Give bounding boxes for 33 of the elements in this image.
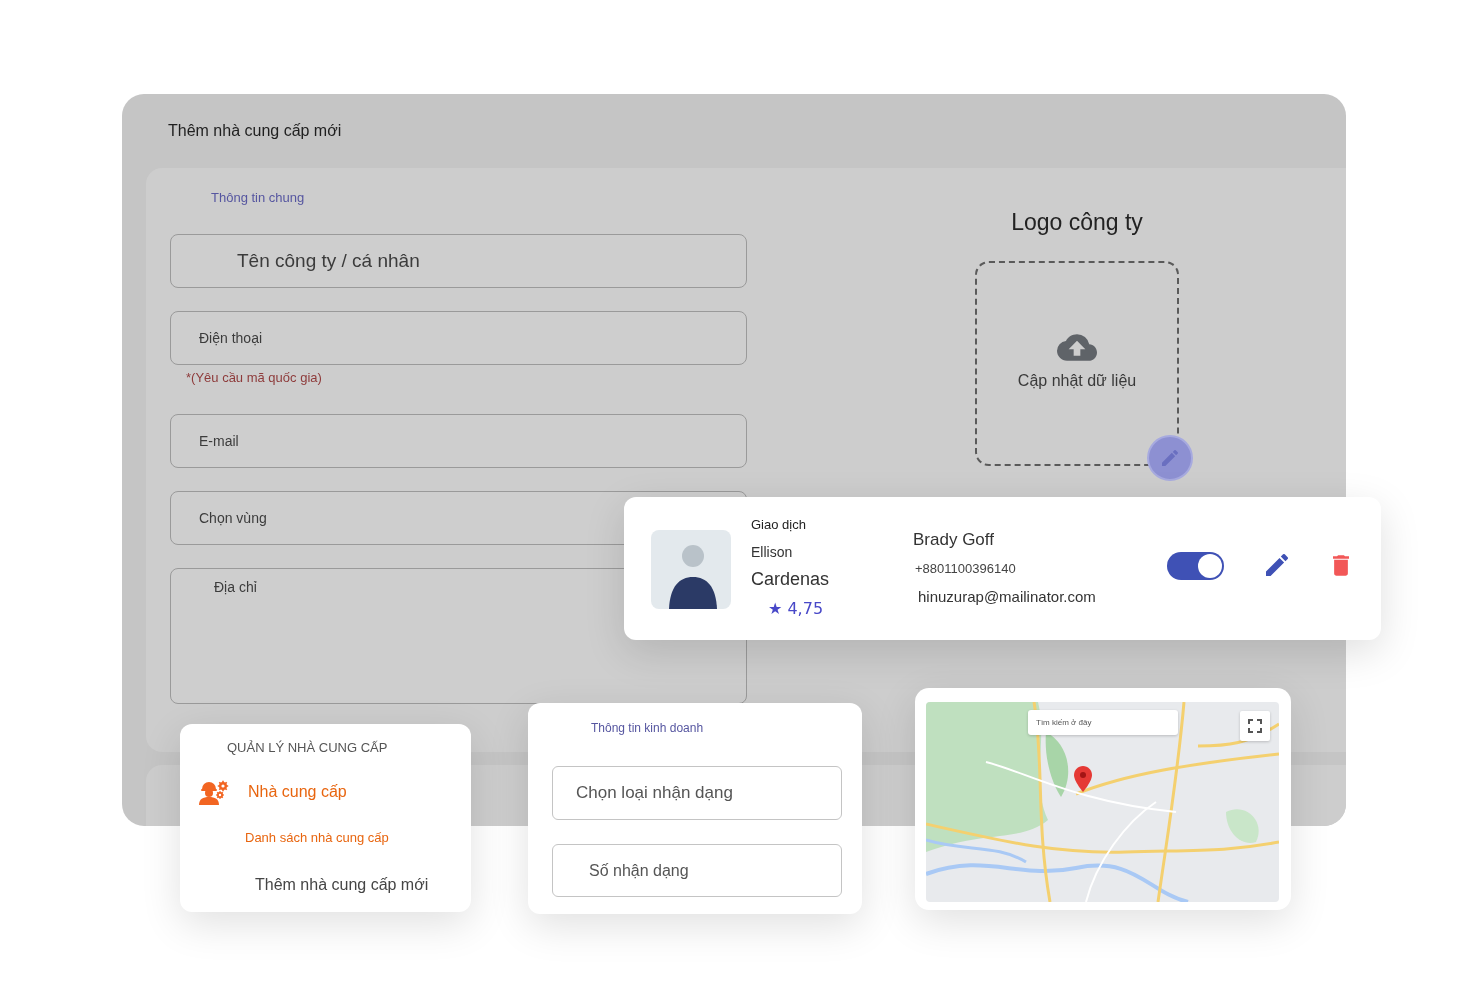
input-field[interactable]: Chọn loại nhận dạng xyxy=(552,766,842,820)
first-name: Ellison xyxy=(751,543,793,562)
pencil-icon xyxy=(1162,450,1178,466)
trash-icon xyxy=(1333,555,1349,576)
menu-heading: QUẢN LÝ NHÀ CUNG CẤP xyxy=(227,740,388,756)
section-title: Thông tin kinh doanh xyxy=(591,720,704,736)
input-field[interactable]: E-mail xyxy=(170,414,747,468)
map-pin-icon xyxy=(1074,766,1092,792)
fullscreen-icon xyxy=(1248,719,1262,733)
input-field[interactable]: Số nhận dạng xyxy=(552,844,842,897)
input-field[interactable]: Điện thoại xyxy=(170,311,747,365)
edit-button[interactable] xyxy=(1147,435,1193,481)
fullscreen-button[interactable] xyxy=(1240,711,1270,741)
last-name: Cardenas xyxy=(751,568,830,590)
delete-button[interactable] xyxy=(1333,555,1349,576)
edit-button[interactable] xyxy=(1266,554,1288,576)
email-address: hinuzurap@mailinator.com xyxy=(918,587,1096,607)
upload-label: Cập nhật dữ liệu xyxy=(1017,371,1137,391)
phone-number: +8801100396140 xyxy=(915,560,1016,578)
pencil-icon xyxy=(1266,554,1288,576)
contact-name: Brady Goff xyxy=(913,529,994,551)
hint-text: *(Yêu cầu mã quốc gia) xyxy=(186,370,322,386)
caption-text: Giao dịch xyxy=(751,516,806,534)
input-field[interactable]: Tên công ty / cá nhân xyxy=(170,234,747,288)
section-title: Thông tin chung xyxy=(211,190,305,206)
logo-title: Logo công ty xyxy=(1011,209,1143,235)
rating-text: ★ 4,75 xyxy=(768,598,824,620)
cloud-upload-icon xyxy=(1057,334,1097,361)
panel-title: Thêm nhà cung cấp mới xyxy=(168,121,342,141)
toggle-switch[interactable] xyxy=(1167,552,1224,580)
map-search-field[interactable]: Tìm kiếm ở đây xyxy=(1028,710,1178,735)
menu-item[interactable]: Thêm nhà cung cấp mới xyxy=(255,875,429,895)
worker-gear-icon xyxy=(198,779,229,805)
